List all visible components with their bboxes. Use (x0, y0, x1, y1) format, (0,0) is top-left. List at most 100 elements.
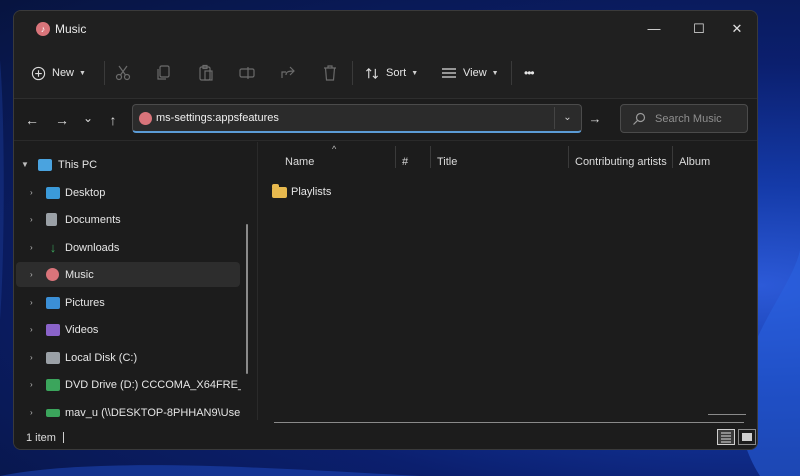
sidebar-item-pictures[interactable]: › Pictures (16, 290, 240, 315)
search-icon (633, 112, 646, 125)
sidebar-item-label: mav_u (\\DESKTOP-8PHHAN9\Users) ( (65, 406, 241, 419)
sidebar-item-local-disk[interactable]: › Local Disk (C:) (16, 345, 240, 370)
item-count: 1 item (26, 432, 56, 444)
column-header-album[interactable]: Album (679, 156, 710, 168)
column-divider[interactable] (395, 146, 396, 168)
large-icons-view-button[interactable] (738, 429, 756, 445)
cut-icon[interactable] (113, 63, 133, 83)
toolbar-divider (352, 61, 353, 85)
file-explorer-window: ♪ Music — ☐ ✕ New ▼ Sort ▼ View ▼ ••• ← … (13, 10, 758, 450)
column-divider[interactable] (672, 146, 673, 168)
chevron-right-icon: › (30, 243, 33, 252)
column-header-title[interactable]: Title (437, 156, 457, 168)
drive-icon (46, 351, 60, 364)
sidebar-item-label: Downloads (65, 241, 120, 254)
sidebar-scrollbar[interactable] (246, 224, 248, 374)
folder-icon (272, 183, 287, 198)
toolbar-divider (511, 61, 512, 85)
share-icon[interactable] (278, 63, 298, 83)
sort-button[interactable]: Sort ▼ (365, 63, 418, 83)
toolbar-divider (104, 61, 105, 85)
navigation-bar: ← → ⌄ ↑ ms-settings:appsfeatures ⌄ → Sea… (14, 99, 757, 141)
sidebar-item-videos[interactable]: › Videos (16, 317, 240, 342)
column-header-name[interactable]: Name (285, 156, 314, 168)
sidebar-item-label: Local Disk (C:) (65, 351, 138, 364)
list-item[interactable]: Playlists (272, 183, 332, 200)
command-bar: New ▼ Sort ▼ View ▼ ••• (14, 47, 757, 99)
chevron-right-icon: › (30, 408, 33, 417)
music-icon (46, 268, 59, 281)
address-history-dropdown[interactable]: ⌄ (554, 107, 580, 129)
title-bar: ♪ Music — ☐ ✕ (14, 11, 757, 47)
sidebar-item-label: Videos (65, 323, 99, 336)
videos-icon (46, 323, 60, 336)
dvd-icon (46, 378, 60, 391)
music-icon (139, 112, 152, 125)
chevron-right-icon: › (30, 188, 33, 197)
maximize-button[interactable]: ☐ (689, 20, 709, 38)
sidebar-item-desktop[interactable]: › Desktop (16, 180, 240, 205)
chevron-right-icon: › (30, 298, 33, 307)
sidebar-item-label: Desktop (65, 186, 106, 199)
view-button[interactable]: View ▼ (441, 63, 499, 83)
rename-icon[interactable] (237, 63, 257, 83)
window-title: Music (55, 22, 87, 36)
column-divider[interactable] (568, 146, 569, 168)
downloads-icon: ↓ (49, 239, 57, 255)
sidebar-item-this-pc[interactable]: ▼ This PC (16, 152, 240, 177)
paste-icon[interactable] (196, 63, 216, 83)
details-view-icon (721, 432, 731, 443)
copy-icon[interactable] (154, 63, 174, 83)
recent-locations-button[interactable]: ⌄ (78, 110, 98, 130)
view-label: View (463, 67, 487, 79)
chevron-down-icon: ▼ (79, 69, 86, 77)
sort-ascending-icon: ^ (332, 144, 337, 154)
chevron-right-icon: › (30, 353, 33, 362)
forward-button[interactable]: → (52, 110, 72, 130)
up-button[interactable]: ↑ (103, 110, 123, 130)
sidebar-item-label: DVD Drive (D:) CCCOMA_X64FRE_EN-G (65, 378, 241, 391)
address-bar[interactable]: ms-settings:appsfeatures ⌄ (132, 104, 582, 133)
pictures-icon (46, 296, 60, 309)
sidebar-item-dvd-drive[interactable]: › DVD Drive (D:) CCCOMA_X64FRE_EN-G (16, 372, 241, 397)
file-name: Playlists (291, 186, 332, 198)
network-drive-icon (46, 408, 60, 417)
status-divider (63, 432, 64, 443)
navigation-pane: ▼ This PC › Desktop › Documents › ↓ Down… (14, 142, 252, 420)
new-label: New (52, 67, 75, 79)
sidebar-item-network-drive[interactable]: › mav_u (\\DESKTOP-8PHHAN9\Users) ( (16, 400, 241, 425)
chevron-right-icon: › (30, 215, 33, 224)
column-divider[interactable] (430, 146, 431, 168)
plus-circle-icon (31, 66, 46, 80)
column-header-number[interactable]: # (402, 156, 408, 168)
address-input[interactable]: ms-settings:appsfeatures (156, 112, 279, 124)
sidebar-item-music[interactable]: › Music (16, 262, 240, 287)
new-button[interactable]: New ▼ (31, 63, 86, 83)
view-icon (442, 68, 456, 78)
column-header-contributing-artists[interactable]: Contributing artists (575, 156, 667, 168)
sidebar-item-label: Pictures (65, 296, 105, 309)
go-button[interactable]: → (584, 109, 606, 129)
tiles-view-icon (742, 433, 752, 441)
minimize-button[interactable]: — (644, 20, 664, 38)
desktop-icon (46, 186, 60, 199)
more-options-button[interactable]: ••• (524, 63, 535, 83)
back-button[interactable]: ← (22, 110, 42, 130)
chevron-right-icon: › (30, 325, 33, 334)
details-view-button[interactable] (717, 429, 735, 445)
sidebar-item-downloads[interactable]: › ↓ Downloads (16, 235, 240, 260)
search-box[interactable]: Search Music (620, 104, 748, 133)
file-list: ^ Name # Title Contributing artists Albu… (257, 142, 757, 424)
search-input[interactable]: Search Music (655, 113, 722, 125)
chevron-right-icon: › (30, 380, 33, 389)
sidebar-item-label: Music (65, 268, 94, 281)
sort-icon (366, 67, 379, 79)
chevron-down-icon: ▼ (491, 69, 499, 77)
chevron-down-icon: ▼ (411, 69, 419, 77)
delete-icon[interactable] (320, 63, 340, 83)
status-bar: 1 item (14, 423, 757, 449)
sidebar-item-documents[interactable]: › Documents (16, 207, 240, 232)
chevron-down-icon: ▼ (21, 160, 29, 169)
close-button[interactable]: ✕ (727, 20, 747, 38)
monitor-icon (38, 158, 52, 171)
